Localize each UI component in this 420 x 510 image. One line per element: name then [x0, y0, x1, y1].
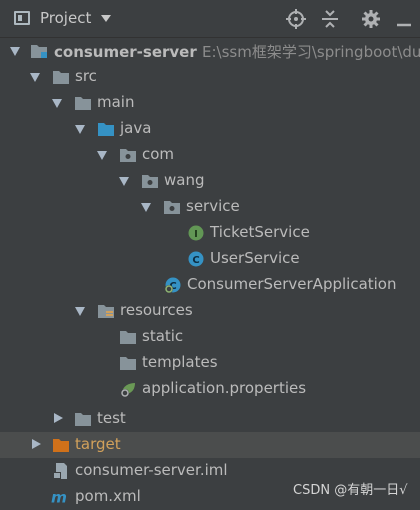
- source-folder-icon: [98, 123, 114, 136]
- tree-row-test[interactable]: test: [0, 406, 420, 432]
- tree-label: src: [75, 67, 97, 85]
- expand-arrow-icon[interactable]: [52, 99, 62, 108]
- tree-label: wang: [164, 171, 205, 189]
- tree-row-resources[interactable]: resources: [0, 298, 420, 324]
- gear-icon[interactable]: [361, 9, 381, 29]
- tree-row-consumerserverapplication[interactable]: C ConsumerServerApplication: [0, 272, 420, 298]
- expand-arrow-icon[interactable]: [30, 73, 40, 82]
- module-folder-icon: [31, 45, 47, 58]
- tree-label: service: [186, 197, 240, 215]
- collapse-arrow-icon[interactable]: [32, 439, 41, 449]
- class-icon: C: [188, 251, 204, 267]
- package-icon: [164, 201, 180, 214]
- tree-row-service[interactable]: service: [0, 194, 420, 220]
- tree-label: target: [75, 435, 121, 453]
- expand-arrow-icon[interactable]: [97, 151, 107, 160]
- project-toolbar: Project: [0, 0, 420, 38]
- tree-row-application-properties[interactable]: application.properties: [0, 376, 420, 402]
- expand-arrow-icon[interactable]: [141, 203, 151, 212]
- package-icon: [120, 149, 136, 162]
- tree-label: java: [120, 119, 152, 137]
- tree-row-wang[interactable]: wang: [0, 168, 420, 194]
- maven-icon: m: [51, 489, 67, 505]
- tree-label: consumer-server E:\ssm框架学习\springboot\du…: [54, 41, 420, 62]
- tree-row-main[interactable]: main: [0, 90, 420, 116]
- resources-folder-icon: [98, 305, 114, 318]
- folder-icon: [120, 357, 136, 370]
- tree-row-java[interactable]: java: [0, 116, 420, 142]
- project-view-selector[interactable]: Project: [40, 9, 91, 27]
- interface-icon: I: [188, 225, 204, 241]
- iml-file-icon: [53, 463, 67, 479]
- tree-row-src[interactable]: src: [0, 64, 420, 90]
- folder-icon: [53, 71, 69, 84]
- expand-arrow-icon[interactable]: [75, 307, 85, 316]
- spring-boot-class-icon: C: [165, 277, 181, 293]
- expand-arrow-icon[interactable]: [119, 177, 129, 186]
- collapse-all-icon[interactable]: [320, 9, 340, 29]
- module-name: consumer-server: [54, 43, 197, 61]
- minimize-icon[interactable]: [394, 9, 414, 29]
- folder-icon: [75, 97, 91, 110]
- package-icon: [142, 175, 158, 188]
- tree-label: TicketService: [210, 223, 310, 241]
- spring-properties-icon: [121, 383, 135, 397]
- tree-label: UserService: [210, 249, 300, 267]
- tree-label: templates: [142, 353, 218, 371]
- svg-text:C: C: [192, 255, 199, 266]
- tree-row-userservice[interactable]: C UserService: [0, 246, 420, 272]
- tree-row-static[interactable]: static: [0, 324, 420, 350]
- tree-label: main: [97, 93, 135, 111]
- dropdown-caret-icon[interactable]: [101, 15, 111, 22]
- svg-text:I: I: [194, 229, 198, 240]
- tree-row-ticketservice[interactable]: I TicketService: [0, 220, 420, 246]
- tree-label: com: [142, 145, 175, 163]
- project-view-icon: [14, 11, 30, 25]
- collapse-arrow-icon[interactable]: [54, 413, 63, 423]
- tree-row-consumer-server[interactable]: consumer-server E:\ssm框架学习\springboot\du…: [0, 38, 420, 64]
- tree-row-target[interactable]: target: [0, 432, 420, 458]
- tree-row-templates[interactable]: templates: [0, 350, 420, 376]
- module-path: E:\ssm框架学习\springboot\dubb: [202, 43, 420, 61]
- expand-arrow-icon[interactable]: [10, 47, 20, 56]
- tree-label: application.properties: [142, 379, 307, 397]
- svg-text:m: m: [51, 489, 67, 505]
- watermark: CSDN @有朝一日√: [293, 483, 408, 498]
- folder-icon: [75, 413, 91, 426]
- expand-arrow-icon[interactable]: [75, 125, 85, 134]
- tree-label: test: [97, 409, 126, 427]
- tree-label: pom.xml: [75, 487, 141, 505]
- folder-icon: [120, 331, 136, 344]
- tree-row-com[interactable]: com: [0, 142, 420, 168]
- excluded-folder-icon: [53, 439, 69, 452]
- tree-label: resources: [120, 301, 193, 319]
- tree-label: static: [142, 327, 184, 345]
- locate-target-icon[interactable]: [286, 9, 306, 29]
- tree-label: ConsumerServerApplication: [187, 275, 397, 293]
- tree-label: consumer-server.iml: [75, 461, 228, 479]
